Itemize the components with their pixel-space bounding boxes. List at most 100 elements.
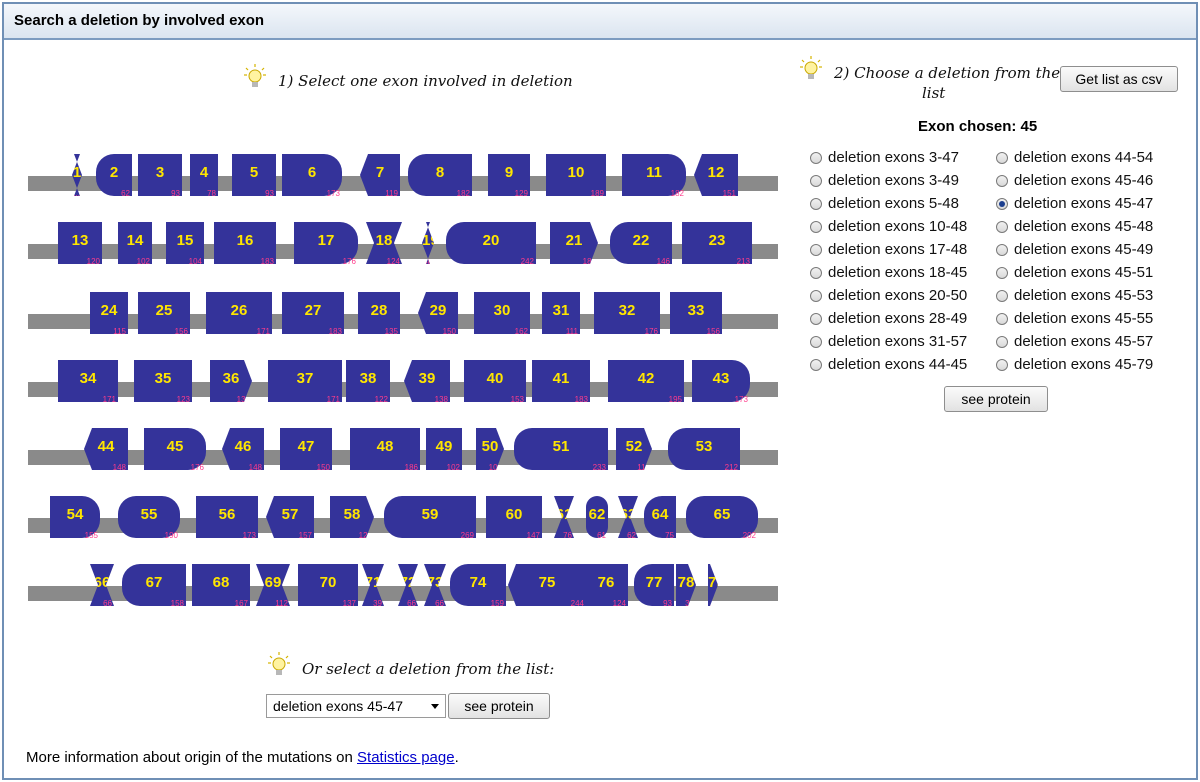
radio-button[interactable] [996,358,1008,371]
radio-button[interactable] [810,358,822,371]
exon-6[interactable]: 6 173 [282,154,342,198]
deletion-option[interactable]: deletion exons 31-57 [810,330,967,353]
deletion-option[interactable]: deletion exons 18-45 [810,261,967,284]
radio-button[interactable] [996,243,1008,256]
deletion-option[interactable]: deletion exons 45-49 [996,238,1153,261]
exon-3[interactable]: 3 93 [138,154,182,198]
exon-68[interactable]: 68 167 [192,564,250,608]
radio-button[interactable] [996,151,1008,164]
exon-39[interactable]: 39 138 [404,360,450,402]
deletion-option[interactable]: deletion exons 10-48 [810,215,967,238]
exon-70[interactable]: 70 137 [298,564,358,608]
exon-75[interactable]: 75 244 [508,564,586,606]
deletion-option[interactable]: deletion exons 45-46 [996,169,1153,192]
exon-15[interactable]: 15 104 [166,222,204,266]
get-csv-button[interactable]: Get list as csv [1060,66,1178,92]
exon-46[interactable]: 46 148 [222,428,264,470]
radio-button[interactable] [996,335,1008,348]
see-protein-button[interactable]: see protein [944,386,1048,412]
exon-67[interactable]: 67 158 [122,564,186,608]
deletion-option[interactable]: deletion exons 3-47 [810,146,967,169]
exon-2[interactable]: 2 62 [96,154,132,198]
exon-13[interactable]: 13 120 [58,222,102,266]
exon-66[interactable]: 66 66 [90,564,114,606]
deletion-option[interactable]: deletion exons 45-51 [996,261,1153,284]
exon-60[interactable]: 60 147 [486,496,542,540]
exon-25[interactable]: 25 156 [138,292,190,336]
radio-button[interactable] [810,312,822,325]
radio-button[interactable] [996,289,1008,302]
radio-button[interactable] [810,197,822,210]
exon-41[interactable]: 41 183 [532,360,590,404]
exon-44[interactable]: 44 148 [84,428,128,470]
exon-27[interactable]: 27 183 [282,292,344,336]
exon-69[interactable]: 69 112 [256,564,290,606]
deletion-select[interactable]: deletion exons 45-47 [266,694,446,718]
statistics-link[interactable]: Statistics page [357,749,455,766]
exon-20[interactable]: 20 242 [446,222,536,266]
exon-62[interactable]: 62 61 [586,496,608,540]
deletion-option[interactable]: deletion exons 45-48 [996,215,1153,238]
exon-43[interactable]: 43 173 [692,360,750,404]
exon-55[interactable]: 55 190 [118,496,180,540]
exon-72[interactable]: 72 66 [398,564,418,606]
radio-button[interactable] [810,174,822,187]
exon-37[interactable]: 37 171 [268,360,342,404]
exon-12[interactable]: 12 151 [694,154,738,196]
radio-button[interactable] [996,220,1008,233]
deletion-option[interactable]: deletion exons 20-50 [810,284,967,307]
exon-42[interactable]: 42 195 [608,360,684,404]
exon-16[interactable]: 16 183 [214,222,276,266]
exon-58[interactable]: 58 121 [330,496,374,538]
radio-button[interactable] [996,266,1008,279]
exon-11[interactable]: 11 182 [622,154,686,198]
exon-31[interactable]: 31 111 [542,292,580,336]
radio-button[interactable] [996,312,1008,325]
deletion-option[interactable]: deletion exons 45-79 [996,353,1153,376]
exon-61[interactable]: 61 76 [554,496,574,538]
deletion-option[interactable]: deletion exons 3-49 [810,169,967,192]
deletion-option[interactable]: deletion exons 44-45 [810,353,967,376]
exon-4[interactable]: 4 78 [190,154,218,198]
exon-73[interactable]: 73 66 [424,564,446,606]
exon-10[interactable]: 10 189 [546,154,606,198]
exon-29[interactable]: 29 150 [418,292,458,334]
exon-49[interactable]: 49 102 [426,428,462,472]
deletion-option[interactable]: deletion exons 45-47 [996,192,1153,215]
exon-71[interactable]: 71 39 [362,564,384,606]
radio-button[interactable] [996,197,1008,210]
exon-56[interactable]: 56 173 [196,496,258,540]
exon-76[interactable]: 76 124 [584,564,628,608]
see-protein-button-bottom[interactable]: see protein [448,693,550,719]
exon-64[interactable]: 64 75 [644,496,676,540]
radio-button[interactable] [810,220,822,233]
deletion-option[interactable]: deletion exons 45-53 [996,284,1153,307]
exon-14[interactable]: 14 102 [118,222,152,266]
exon-36[interactable]: 36 138 [210,360,252,402]
deletion-option[interactable]: deletion exons 5-48 [810,192,967,215]
deletion-option[interactable]: deletion exons 45-55 [996,307,1153,330]
exon-32[interactable]: 32 176 [594,292,660,336]
exon-57[interactable]: 57 157 [266,496,314,538]
exon-40[interactable]: 40 153 [464,360,526,404]
exon-30[interactable]: 30 162 [474,292,530,336]
exon-8[interactable]: 8 182 [408,154,472,198]
exon-38[interactable]: 38 122 [346,360,390,404]
exon-77[interactable]: 77 93 [634,564,674,608]
exon-65[interactable]: 65 202 [686,496,758,540]
radio-button[interactable] [810,266,822,279]
exon-51[interactable]: 51 233 [514,428,608,472]
exon-63[interactable]: 63 62 [618,496,638,538]
exon-53[interactable]: 53 212 [668,428,740,472]
radio-button[interactable] [810,243,822,256]
exon-47[interactable]: 47 150 [280,428,332,472]
exon-17[interactable]: 17 176 [294,222,358,266]
radio-button[interactable] [810,151,822,164]
radio-button[interactable] [810,335,822,348]
radio-button[interactable] [810,289,822,302]
exon-35[interactable]: 35 123 [134,360,192,404]
exon-59[interactable]: 59 269 [384,496,476,540]
exon-33[interactable]: 33 156 [670,292,722,336]
exon-28[interactable]: 28 135 [358,292,400,336]
exon-74[interactable]: 74 159 [450,564,506,608]
